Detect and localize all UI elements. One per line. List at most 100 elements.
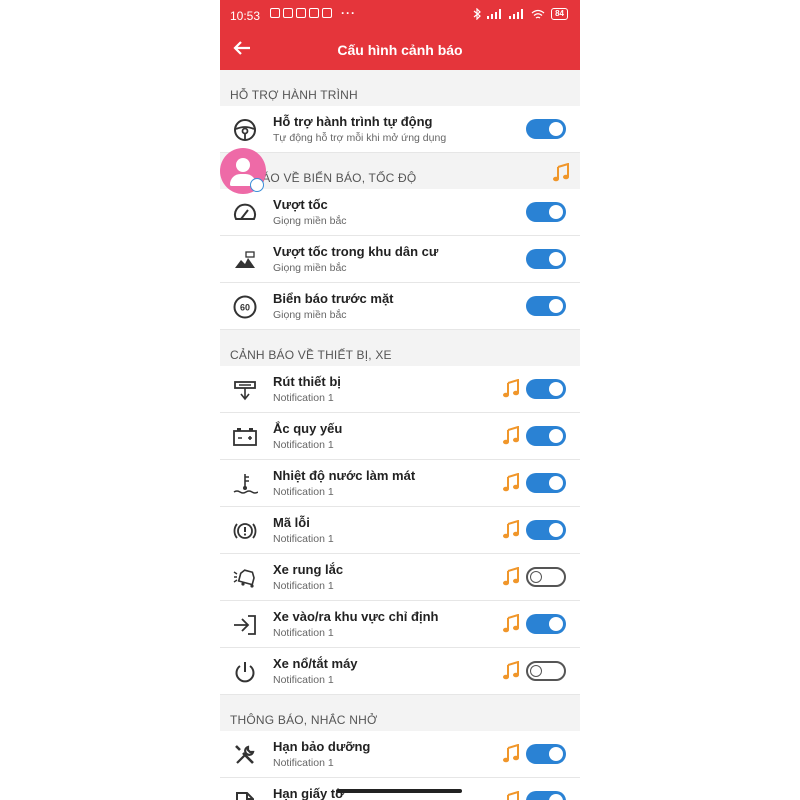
signal-icon (509, 9, 524, 19)
section-header: THÔNG BÁO, NHẮC NHỞ (220, 695, 580, 731)
music-note-icon[interactable] (502, 660, 520, 686)
setting-sublabel: Giọng miền bắc (273, 309, 347, 321)
setting-sublabel: Notification 1 (273, 757, 334, 769)
steering-wheel-icon (232, 117, 258, 143)
section-header: CẢNH BÁO VỀ THIẾT BỊ, XE (220, 330, 580, 366)
setting-label: Hạn bảo dưỡng (273, 739, 371, 754)
setting-sublabel: Notification 1 (273, 392, 334, 404)
setting-label: Nhiệt độ nước làm mát (273, 468, 416, 483)
notification-icon (322, 8, 332, 18)
section-header: BÁO VỀ BIỂN BÁO, TỐC ĐỘ (220, 153, 580, 189)
setting-sublabel: Tự động hỗ trợ mỗi khi mở ứng dụng (273, 132, 447, 144)
toggle-switch-on[interactable] (526, 520, 566, 540)
toggle-switch-on[interactable] (526, 379, 566, 399)
geofence-enter-icon (232, 612, 258, 638)
home-indicator[interactable] (336, 789, 462, 793)
toggle-switch-on[interactable] (526, 202, 566, 222)
setting-label: Xe rung lắc (273, 562, 344, 577)
setting-row-low-battery[interactable]: Ắc quy yếu Notification 1 (220, 413, 580, 460)
notification-icon (270, 8, 280, 18)
settings-list: HỖ TRỢ HÀNH TRÌNH Hỗ trợ hành trình tự đ… (220, 70, 580, 800)
signal-icon (487, 9, 502, 19)
setting-label: Ắc quy yếu (273, 421, 343, 436)
setting-sublabel: Giọng miền bắc (273, 262, 347, 274)
music-note-icon[interactable] (502, 378, 520, 404)
setting-row-residential-speeding[interactable]: Vượt tốc trong khu dân cư Giọng miền bắc (220, 236, 580, 283)
music-note-icon[interactable] (502, 613, 520, 639)
battery-icon (232, 424, 258, 450)
toggle-switch-on[interactable] (526, 426, 566, 446)
setting-row-error-code[interactable]: Mã lỗi Notification 1 (220, 507, 580, 554)
call-badge-icon (250, 178, 264, 192)
toggle-switch-on[interactable] (526, 296, 566, 316)
section-header: HỖ TRỢ HÀNH TRÌNH (220, 70, 580, 106)
section-header-label: CẢNH BÁO VỀ THIẾT BỊ, XE (230, 348, 392, 362)
more-notifications-icon: ··· (341, 6, 356, 20)
setting-label: Xe vào/ra khu vực chỉ định (273, 609, 439, 624)
residential-area-icon (232, 247, 258, 273)
setting-row-coolant[interactable]: Nhiệt độ nước làm mát Notification 1 (220, 460, 580, 507)
setting-label: Vượt tốc (273, 197, 328, 212)
music-note-icon[interactable] (502, 519, 520, 545)
setting-row-unplug[interactable]: Rút thiết bị Notification 1 (220, 366, 580, 413)
notification-icon (296, 8, 306, 18)
setting-label: Hạn giấy tờ (273, 786, 345, 800)
setting-row-car-shake[interactable]: Xe rung lắc Notification 1 (220, 554, 580, 601)
toggle-switch-on[interactable] (526, 473, 566, 493)
setting-row-auto-trip[interactable]: Hỗ trợ hành trình tự động Tự động hỗ trợ… (220, 106, 580, 153)
speed-limit-60-icon: 60 (232, 294, 258, 320)
setting-row-speeding[interactable]: Vượt tốc Giọng miền bắc (220, 189, 580, 236)
error-code-icon (232, 518, 258, 544)
battery-indicator: 84 (551, 8, 568, 20)
setting-label: Rút thiết bị (273, 374, 341, 389)
setting-label: Vượt tốc trong khu dân cư (273, 244, 439, 259)
bluetooth-icon (473, 8, 481, 20)
setting-sublabel: Notification 1 (273, 486, 334, 498)
setting-row-sign-ahead[interactable]: 60 Biển báo trước mặt Giọng miền bắc (220, 283, 580, 330)
setting-label: Hỗ trợ hành trình tự động (273, 114, 433, 129)
toggle-switch-on[interactable] (526, 614, 566, 634)
toggle-switch-off[interactable] (526, 567, 566, 587)
avatar-head (236, 158, 250, 172)
setting-label: Xe nổ/tắt máy (273, 656, 358, 671)
setting-sublabel: Notification 1 (273, 439, 334, 451)
setting-row-geofence[interactable]: Xe vào/ra khu vực chỉ định Notification … (220, 601, 580, 648)
notification-icon (309, 8, 319, 18)
page-title: Cấu hình cảnh báo (337, 42, 463, 58)
setting-label: Mã lỗi (273, 515, 310, 530)
setting-sublabel: Giọng miền bắc (273, 215, 347, 227)
toggle-switch-off[interactable] (526, 661, 566, 681)
setting-sublabel: Notification 1 (273, 580, 334, 592)
music-note-icon[interactable] (502, 566, 520, 592)
toggle-switch-on[interactable] (526, 249, 566, 269)
section-header-label: HỖ TRỢ HÀNH TRÌNH (230, 88, 358, 102)
speedometer-icon (232, 200, 258, 226)
music-note-icon[interactable] (502, 472, 520, 498)
status-bar: 10:53 ··· 84 (220, 0, 580, 32)
toggle-switch-on[interactable] (526, 119, 566, 139)
power-icon (232, 659, 258, 685)
notification-icons: ··· (270, 6, 356, 20)
section-header-label: THÔNG BÁO, NHẮC NHỞ (230, 713, 378, 727)
wifi-icon (531, 9, 545, 19)
setting-label: Biển báo trước mặt (273, 291, 394, 306)
music-note-icon[interactable] (502, 743, 520, 769)
setting-row-maintenance[interactable]: Hạn bảo dưỡng Notification 1 (220, 731, 580, 778)
documents-icon (232, 789, 258, 800)
phone-screen: 10:53 ··· 84 Cấu hình cảnh báo HỖ TRỢ HÀ… (220, 0, 580, 800)
setting-sublabel: Notification 1 (273, 674, 334, 686)
music-note-icon[interactable] (502, 790, 520, 800)
toggle-switch-on[interactable] (526, 744, 566, 764)
music-note-icon[interactable] (502, 425, 520, 451)
app-bar: Cấu hình cảnh báo (220, 32, 580, 70)
toggle-switch-on[interactable] (526, 791, 566, 800)
setting-sublabel: Notification 1 (273, 627, 334, 639)
music-note-icon[interactable] (552, 162, 570, 186)
floating-chat-bubble-avatar[interactable] (220, 148, 266, 194)
car-shake-icon (232, 565, 258, 591)
status-right: 84 (473, 8, 568, 20)
notification-icon (283, 8, 293, 18)
unplug-device-icon (232, 377, 258, 403)
maintenance-tools-icon (232, 742, 258, 768)
setting-row-engine[interactable]: Xe nổ/tắt máy Notification 1 (220, 648, 580, 695)
